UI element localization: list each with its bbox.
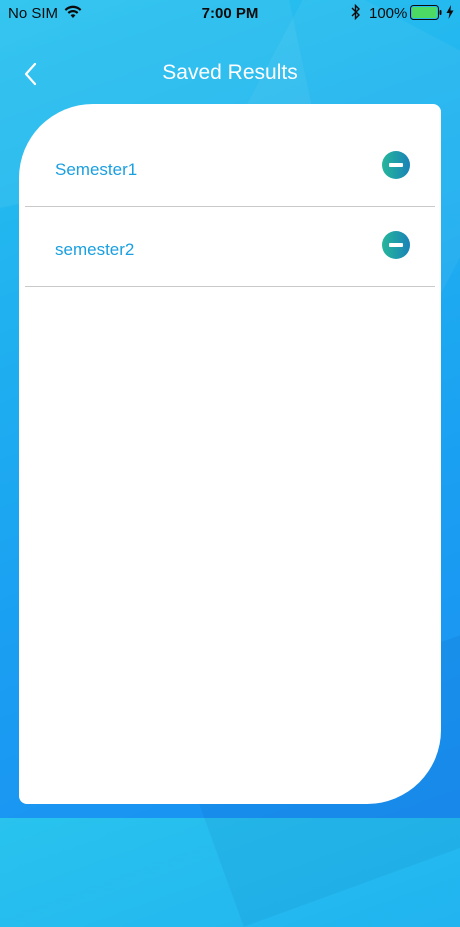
list-item-label: Semester1: [55, 160, 138, 179]
charging-bolt-icon: [446, 5, 454, 19]
list-item[interactable]: semester2: [25, 206, 435, 287]
remove-button[interactable]: [382, 231, 410, 259]
battery-icon: [410, 5, 442, 20]
bluetooth-icon: [351, 4, 360, 20]
saved-results-card: Semester1 semester2: [19, 104, 441, 804]
page-title: Saved Results: [162, 61, 298, 84]
list-item[interactable]: Semester1: [25, 126, 435, 207]
remove-button[interactable]: [382, 151, 410, 179]
remove-icon: [389, 243, 403, 247]
battery-percent: 100%: [369, 5, 408, 22]
remove-icon: [389, 163, 403, 167]
list-item-label: semester2: [55, 240, 135, 259]
status-bar: No SIM 7:00 PM 100%: [0, 0, 460, 28]
